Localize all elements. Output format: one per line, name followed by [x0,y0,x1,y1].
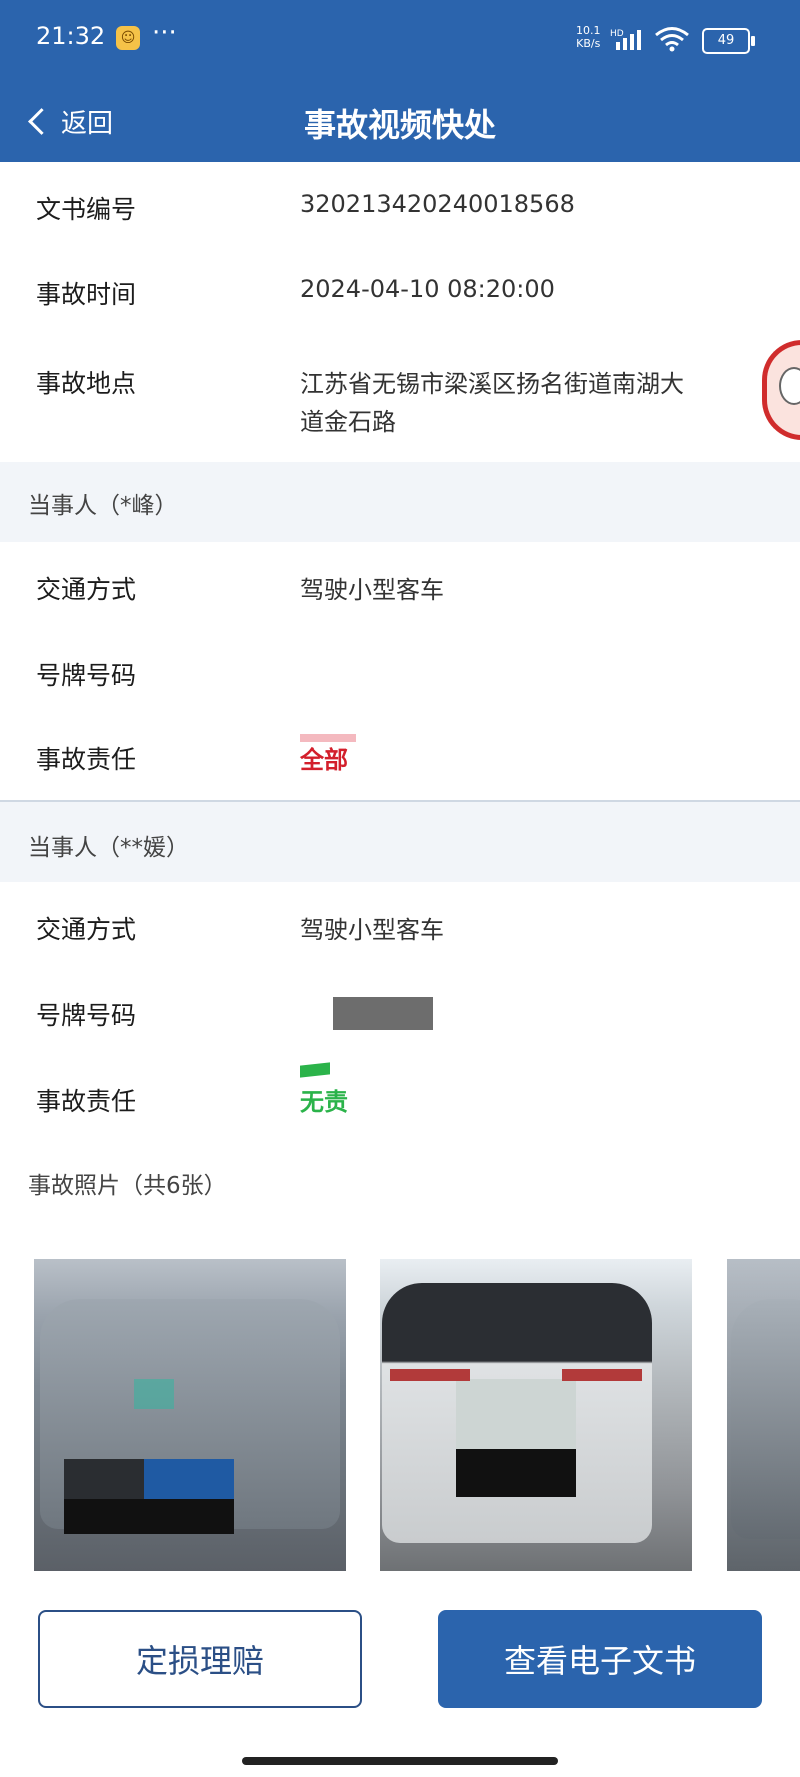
view-document-button-label: 查看电子文书 [503,1642,696,1680]
party-2-title: 当事人（**媛） [28,835,189,861]
claim-button[interactable]: 定损理赔 [38,1610,362,1708]
net-speed-value: 10.1 [576,24,601,37]
party-1-details: 交通方式 驾驶小型客车 号牌号码 事故责任 全部 [0,542,800,800]
accident-photo[interactable] [727,1259,800,1571]
net-speed-unit: KB/s [576,37,601,50]
mosaic-redaction [456,1379,576,1449]
tail-light [562,1369,642,1381]
battery-icon: 49 [702,28,755,54]
accident-info: 文书编号 32021342024001856​8 事故时间 2024-04-10… [0,162,800,462]
party-2-liability-label: 事故责任 [36,1087,137,1116]
party-2-liability-value: 无责 [300,1088,348,1116]
photo-carousel[interactable] [0,1220,800,1600]
car-front-image [731,1299,800,1539]
wifi-icon [655,27,689,52]
accident-place-label: 事故地点 [36,369,137,398]
mascot-face-icon [779,367,800,405]
home-indicator[interactable] [242,1757,558,1765]
mosaic-redaction [64,1499,234,1534]
party-1-mode-label: 交通方式 [36,575,137,604]
reflection-mark [134,1379,174,1409]
plate-redaction [333,997,433,1030]
mosaic-redaction [144,1459,234,1499]
party-1-liability-value: 全部 [300,746,348,774]
mosaic-redaction [456,1449,576,1497]
net-speed: 10.1 KB/s [576,24,601,50]
doc-no-label: 文书编号 [36,195,137,224]
claim-button-label: 定损理赔 [135,1642,264,1680]
accident-place-line2: 道金石路 [300,408,396,436]
party-1-header: 当事人（*峰） [0,462,800,542]
app-notification-icon: ☺ [116,26,140,50]
party-2-mode-label: 交通方式 [36,915,137,944]
doc-no-value: 32021342024001856​8 [300,190,575,218]
accident-photo[interactable] [34,1259,346,1571]
nav-bar: 返回 事故视频快处 [0,80,800,162]
party-2-header: 当事人（**媛） [0,802,800,882]
battery-level: 49 [717,33,735,48]
view-document-button[interactable]: 查看电子文书 [438,1610,762,1708]
highlight-mark [300,1062,330,1078]
tail-light [390,1369,470,1381]
accident-time-value: 2024-04-10 08:20:00 [300,275,555,303]
party-1-liability-label: 事故责任 [36,745,137,774]
status-more: ··· [152,18,177,48]
status-time: 21:32 [36,22,106,50]
network-type: HD [610,29,624,39]
signal-icon: HD [610,29,641,50]
party-1-mode-value: 驾驶小型客车 [300,576,444,604]
status-bar: 21:32 ☺ ··· 10.1 KB/s HD 49 [0,0,800,80]
photos-header: 事故照片（共6张） [0,1140,800,1220]
party-1-plate-label: 号牌号码 [36,661,137,690]
page-title: 事故视频快处 [303,106,496,144]
accident-time-label: 事故时间 [36,280,137,309]
party-2-plate-label: 号牌号码 [36,1001,137,1030]
party-1-title: 当事人（*峰） [28,493,178,519]
accident-place-line1: 江苏省无锡市梁溪区扬名街道南湖大 [300,370,684,398]
party-2-mode-value: 驾驶小型客车 [300,916,444,944]
photos-title: 事故照片（共6张） [28,1173,227,1199]
accident-photo[interactable] [380,1259,692,1571]
mosaic-redaction [64,1459,144,1499]
